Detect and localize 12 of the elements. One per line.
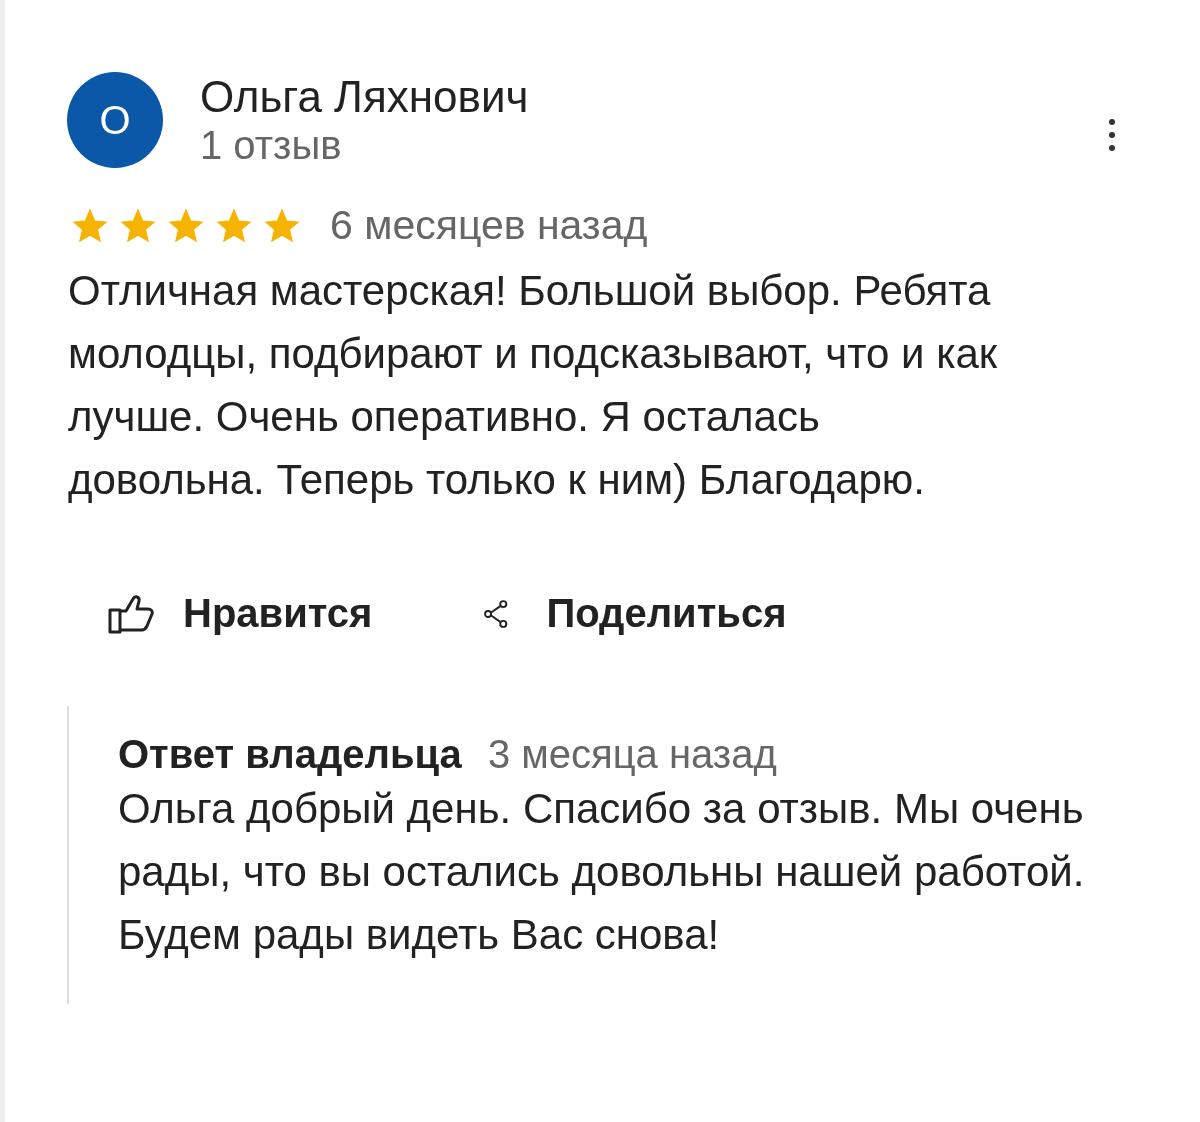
thumbs-up-icon <box>107 593 157 634</box>
like-button[interactable]: Нравится <box>107 591 373 636</box>
author-name: Ольга Ляхнович <box>200 72 530 122</box>
review-time: 6 месяцев назад <box>330 202 648 249</box>
avatar: О <box>67 72 163 168</box>
review-count: 1 отзыв <box>200 122 343 168</box>
owner-reply-label: Ответ владельца <box>118 732 462 777</box>
reply-time: 3 месяца назад <box>487 732 777 777</box>
review-text: Отличная мастерская! Большой выбор. Ребята молодцы, подбирают и подсказывают, что и как лучше. Очень оперативно. Я осталась довольна. Теперь только к ним) Благодарю. <box>68 266 999 505</box>
more-menu-icon[interactable] <box>1107 118 1117 152</box>
owner-reply-text: Ольга добрый день. Спасибо за отзыв. Мы очень рады, что вы остались довольны нашей работой. Будем рады видеть Вас снова! <box>118 784 1086 960</box>
share-button[interactable]: Поделиться <box>482 591 787 636</box>
